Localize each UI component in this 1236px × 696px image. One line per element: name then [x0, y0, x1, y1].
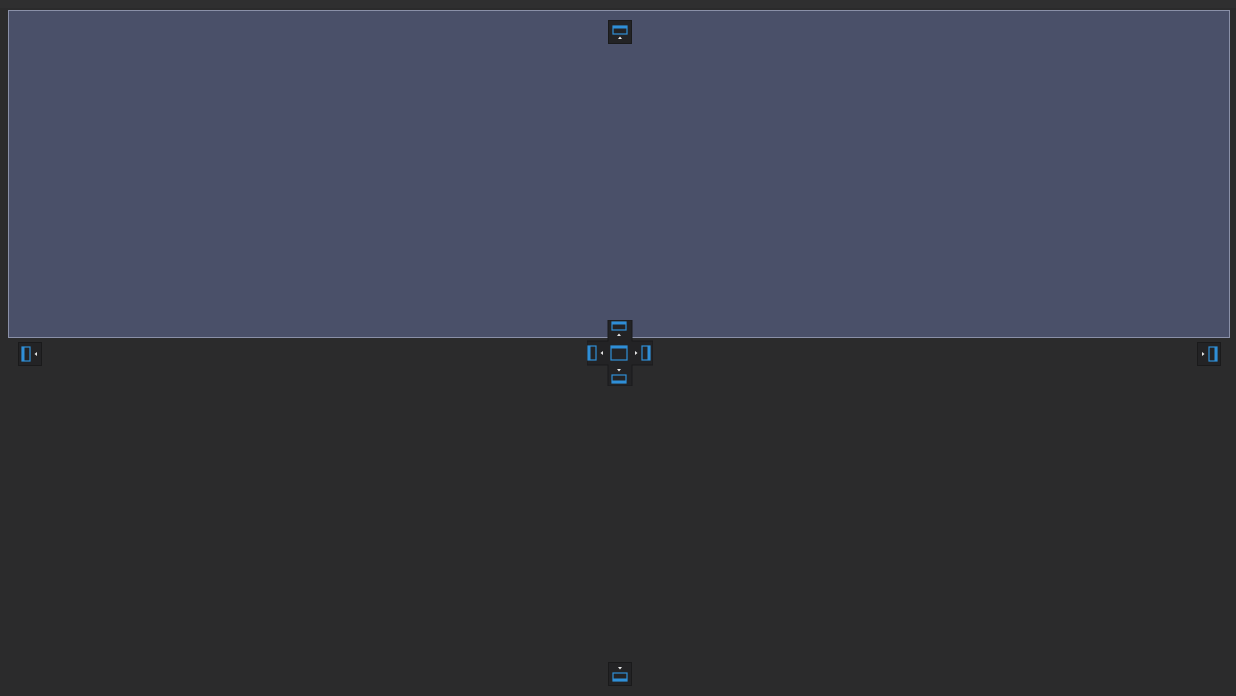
dock-bottom-icon: [611, 369, 627, 384]
dock-fill-icon: [610, 345, 628, 361]
dock-center-bottom-button[interactable]: [608, 364, 632, 388]
dock-left-icon: [587, 345, 603, 361]
dock-right-outer-button[interactable]: [1197, 342, 1221, 366]
dock-bottom-outer-button[interactable]: [608, 662, 632, 686]
dock-workspace: [0, 0, 1236, 696]
dock-right-icon: [1202, 346, 1218, 362]
dock-center-top-button[interactable]: [608, 319, 632, 343]
dock-left-outer-button[interactable]: [18, 342, 42, 366]
dock-top-icon: [611, 321, 627, 336]
dock-drop-preview-top-region: [8, 10, 1230, 338]
dock-left-icon: [21, 346, 37, 362]
dock-top-icon: [612, 25, 628, 39]
dock-center-left-button[interactable]: [586, 342, 610, 366]
dock-center-fill-button[interactable]: [608, 342, 632, 366]
window-frame-top: [0, 0, 1236, 8]
dock-center-right-button[interactable]: [630, 342, 654, 366]
dock-top-outer-button[interactable]: [608, 20, 632, 44]
dock-right-icon: [635, 345, 651, 361]
dock-bottom-icon: [612, 667, 628, 682]
